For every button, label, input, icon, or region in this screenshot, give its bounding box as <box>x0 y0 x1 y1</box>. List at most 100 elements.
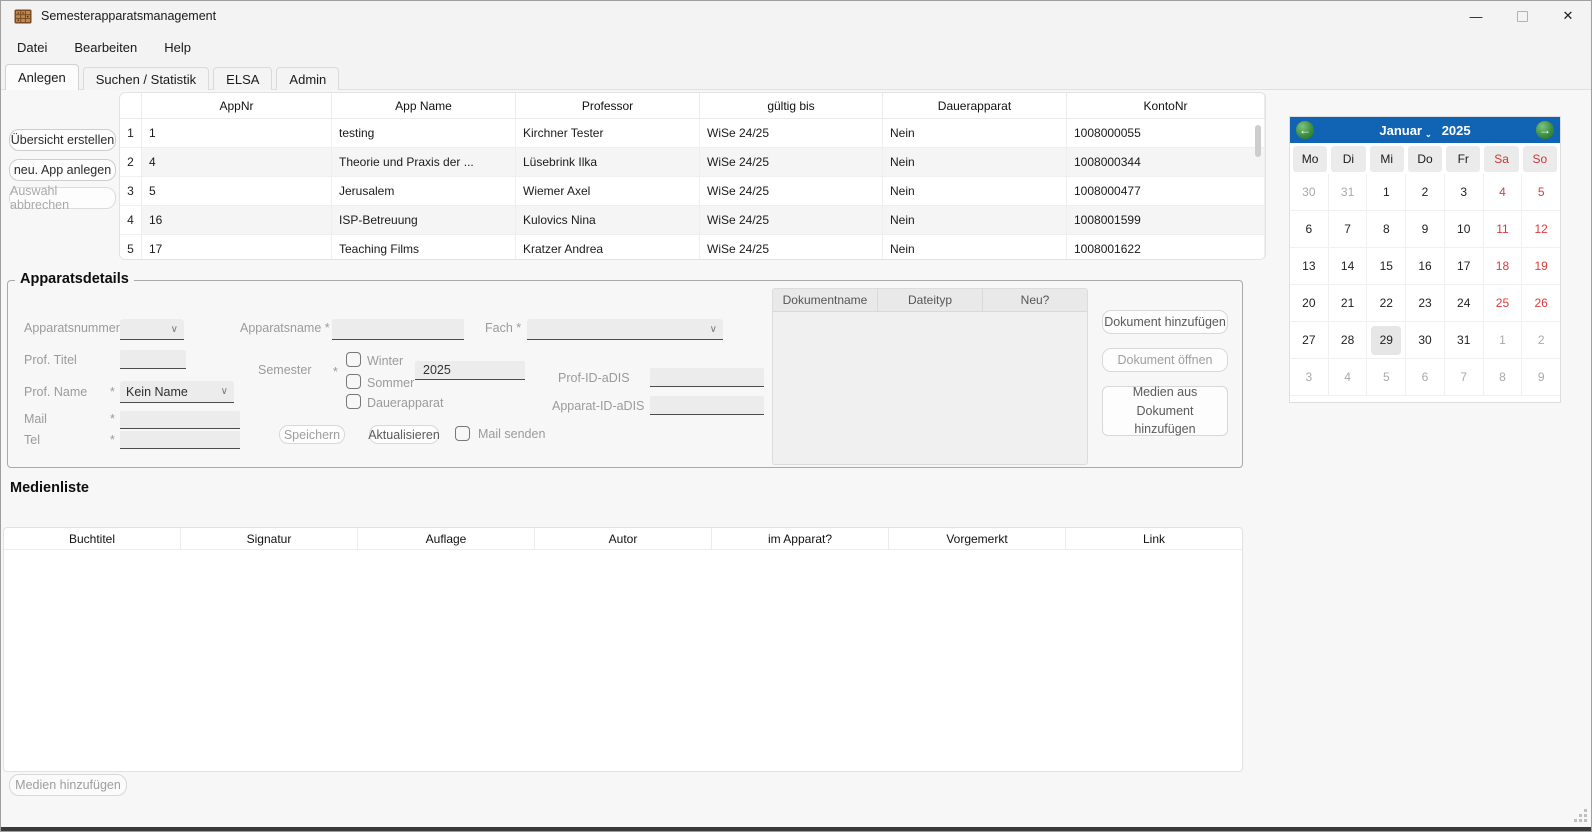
minimize-button[interactable]: — <box>1453 1 1499 31</box>
table-cell[interactable]: Nein <box>883 206 1067 235</box>
calendar-day[interactable]: 29 <box>1367 322 1406 359</box>
calendar-day[interactable]: 9 <box>1406 211 1445 248</box>
column-header[interactable]: gültig bis <box>700 93 883 119</box>
menu-datei[interactable]: Datei <box>17 40 47 55</box>
calendar-day[interactable]: 31 <box>1329 174 1368 211</box>
medien-column-header[interactable]: Link <box>1066 528 1242 549</box>
calendar-month[interactable]: Januar <box>1379 123 1422 138</box>
table-cell[interactable]: 5 <box>142 177 332 206</box>
calendar-day[interactable]: 7 <box>1329 211 1368 248</box>
calendar-day[interactable]: 20 <box>1290 285 1329 322</box>
calendar-day[interactable]: 2 <box>1522 322 1560 359</box>
sommer-checkbox[interactable] <box>346 374 361 389</box>
table-cell[interactable]: Nein <box>883 119 1067 148</box>
column-header[interactable]: KontoNr <box>1067 93 1265 119</box>
dokument-hinzufuegen-button[interactable]: Dokument hinzufügen <box>1102 310 1228 334</box>
tab-elsa[interactable]: ELSA <box>213 67 272 90</box>
apparat-table-scrollbar[interactable] <box>1255 121 1263 251</box>
fach-combobox[interactable]: ∨ <box>527 319 723 340</box>
medien-column-header[interactable]: Auflage <box>358 528 535 549</box>
table-cell[interactable]: testing <box>332 119 516 148</box>
aktualisieren-button[interactable]: Aktualisieren <box>369 425 439 444</box>
calendar-year[interactable]: 2025 <box>1442 123 1471 138</box>
tab-anlegen[interactable]: Anlegen <box>5 64 79 90</box>
column-header[interactable]: Professor <box>516 93 700 119</box>
table-row[interactable]: 24Theorie und Praxis der ...Lüsebrink Il… <box>120 148 1265 177</box>
table-cell[interactable]: Nein <box>883 148 1067 177</box>
medien-column-header[interactable]: Autor <box>535 528 712 549</box>
table-cell[interactable]: ISP-Betreuung <box>332 206 516 235</box>
tab-admin[interactable]: Admin <box>276 67 339 90</box>
apparat-id-adis-field[interactable] <box>650 396 764 415</box>
calendar-day[interactable]: 12 <box>1522 211 1560 248</box>
medien-aus-dokument-button[interactable]: Medien aus Dokument hinzufügen <box>1102 386 1228 436</box>
table-row[interactable]: 35JerusalemWiemer AxelWiSe 24/25Nein1008… <box>120 177 1265 206</box>
calendar-day[interactable]: 19 <box>1522 248 1560 285</box>
calendar-day[interactable]: 30 <box>1290 174 1329 211</box>
table-cell[interactable]: 1008000344 <box>1067 148 1265 177</box>
calendar-day[interactable]: 8 <box>1484 359 1523 396</box>
table-cell[interactable]: WiSe 24/25 <box>700 148 883 177</box>
calendar-day[interactable]: 31 <box>1445 322 1484 359</box>
dauerapparat-checkbox[interactable] <box>346 394 361 409</box>
calendar-day[interactable]: 3 <box>1445 174 1484 211</box>
table-cell[interactable]: WiSe 24/25 <box>700 206 883 235</box>
calendar-day[interactable]: 17 <box>1445 248 1484 285</box>
calendar-day[interactable]: 26 <box>1522 285 1560 322</box>
calendar-next-button[interactable]: → <box>1536 121 1554 139</box>
calendar-day[interactable]: 8 <box>1367 211 1406 248</box>
uebersicht-erstellen-button[interactable]: Übersicht erstellen <box>9 129 116 151</box>
prof-id-adis-field[interactable] <box>650 368 764 387</box>
calendar-day[interactable]: 15 <box>1367 248 1406 285</box>
table-cell[interactable]: Lüsebrink Ilka <box>516 148 700 177</box>
dokument-column-header[interactable]: Dateityp <box>878 289 983 311</box>
table-cell[interactable]: Wiemer Axel <box>516 177 700 206</box>
calendar-day[interactable]: 5 <box>1522 174 1560 211</box>
calendar-day[interactable]: 3 <box>1290 359 1329 396</box>
table-cell[interactable]: Jerusalem <box>332 177 516 206</box>
calendar-day[interactable]: 27 <box>1290 322 1329 359</box>
calendar-day[interactable]: 11 <box>1484 211 1523 248</box>
table-cell[interactable]: 1008001622 <box>1067 235 1265 260</box>
calendar-day[interactable]: 28 <box>1329 322 1368 359</box>
table-cell[interactable]: Nein <box>883 177 1067 206</box>
scrollbar-thumb[interactable] <box>1255 125 1261 157</box>
medien-column-header[interactable]: Buchtitel <box>4 528 181 549</box>
calendar-day[interactable]: 4 <box>1329 359 1368 396</box>
calendar-day[interactable]: 4 <box>1484 174 1523 211</box>
column-header[interactable]: App Name <box>332 93 516 119</box>
table-cell[interactable]: WiSe 24/25 <box>700 235 883 260</box>
table-cell[interactable]: 1 <box>142 119 332 148</box>
calendar-title[interactable]: Januar ⌄ 2025 <box>1379 123 1470 138</box>
column-header[interactable]: AppNr <box>142 93 332 119</box>
tab-suchen-statistik[interactable]: Suchen / Statistik <box>83 67 209 90</box>
table-row[interactable]: 11testingKirchner TesterWiSe 24/25Nein10… <box>120 119 1265 148</box>
calendar-day[interactable]: 7 <box>1445 359 1484 396</box>
calendar-day[interactable]: 25 <box>1484 285 1523 322</box>
semester-year-field[interactable]: 2025 <box>415 361 525 380</box>
dokument-column-header[interactable]: Neu? <box>983 289 1087 311</box>
table-cell[interactable]: 1008000055 <box>1067 119 1265 148</box>
calendar-day[interactable]: 9 <box>1522 359 1560 396</box>
table-cell[interactable]: Kratzer Andrea <box>516 235 700 260</box>
table-cell[interactable]: Kulovics Nina <box>516 206 700 235</box>
table-cell[interactable]: 4 <box>142 148 332 177</box>
calendar-day[interactable]: 18 <box>1484 248 1523 285</box>
table-cell[interactable]: 1008001599 <box>1067 206 1265 235</box>
table-cell[interactable]: Kirchner Tester <box>516 119 700 148</box>
calendar-day[interactable]: 16 <box>1406 248 1445 285</box>
table-row[interactable]: 517Teaching FilmsKratzer AndreaWiSe 24/2… <box>120 235 1265 260</box>
calendar-day[interactable]: 30 <box>1406 322 1445 359</box>
mail-senden-checkbox[interactable] <box>455 426 470 441</box>
table-cell[interactable]: 17 <box>142 235 332 260</box>
calendar-day[interactable]: 6 <box>1406 359 1445 396</box>
medien-column-header[interactable]: im Apparat? <box>712 528 889 549</box>
table-cell[interactable]: 1008000477 <box>1067 177 1265 206</box>
table-cell[interactable]: WiSe 24/25 <box>700 119 883 148</box>
calendar-day[interactable]: 24 <box>1445 285 1484 322</box>
resize-grip[interactable] <box>1573 808 1587 822</box>
maximize-button[interactable] <box>1499 1 1545 31</box>
table-cell[interactable]: 16 <box>142 206 332 235</box>
medien-column-header[interactable]: Signatur <box>181 528 358 549</box>
close-button[interactable]: ✕ <box>1545 1 1591 31</box>
